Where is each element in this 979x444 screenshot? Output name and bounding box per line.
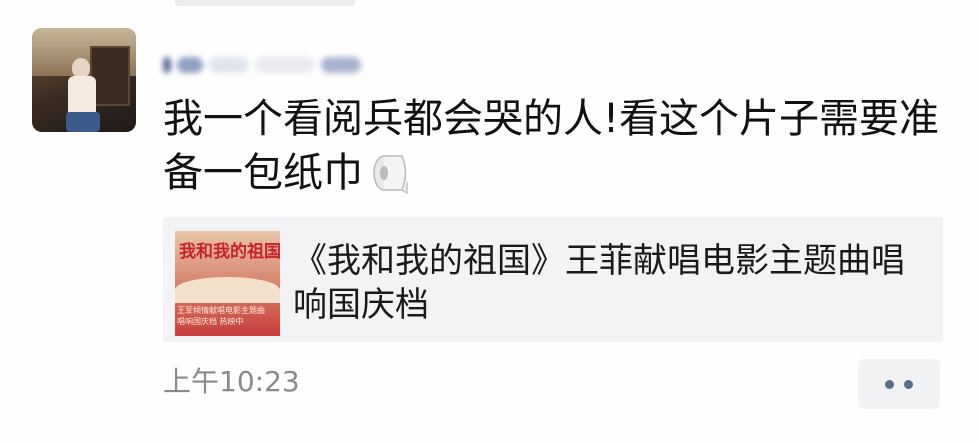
author-name-blurred[interactable] xyxy=(163,50,373,80)
post-text: 我一个看阅兵都会哭的人!看这个片子需要准备一包纸巾 xyxy=(163,96,940,196)
previous-post-divider xyxy=(175,0,355,6)
moments-feed: 我一个看阅兵都会哭的人!看这个片子需要准备一包纸巾 我和我的祖国 王菲倾情献唱电… xyxy=(0,0,979,444)
more-dots-icon xyxy=(885,379,894,389)
avatar[interactable] xyxy=(32,28,136,132)
toilet-paper-icon xyxy=(369,152,411,195)
thumbnail-caption: 王菲倾情献唱电影主题曲 唱响国庆档 热映中 xyxy=(177,306,265,326)
link-thumbnail: 我和我的祖国 王菲倾情献唱电影主题曲 唱响国庆档 热映中 xyxy=(175,231,280,336)
post-text-container: 我一个看阅兵都会哭的人!看这个片子需要准备一包纸巾 xyxy=(163,92,953,200)
thumbnail-title: 我和我的祖国 xyxy=(179,242,280,262)
more-actions-button[interactable] xyxy=(858,359,940,409)
post-timestamp: 上午10:23 xyxy=(163,365,300,398)
shared-link-card[interactable]: 我和我的祖国 王菲倾情献唱电影主题曲 唱响国庆档 热映中 《我和我的祖国》王菲献… xyxy=(163,217,943,342)
link-title: 《我和我的祖国》王菲献唱电影主题曲唱响国庆档 xyxy=(293,241,905,325)
